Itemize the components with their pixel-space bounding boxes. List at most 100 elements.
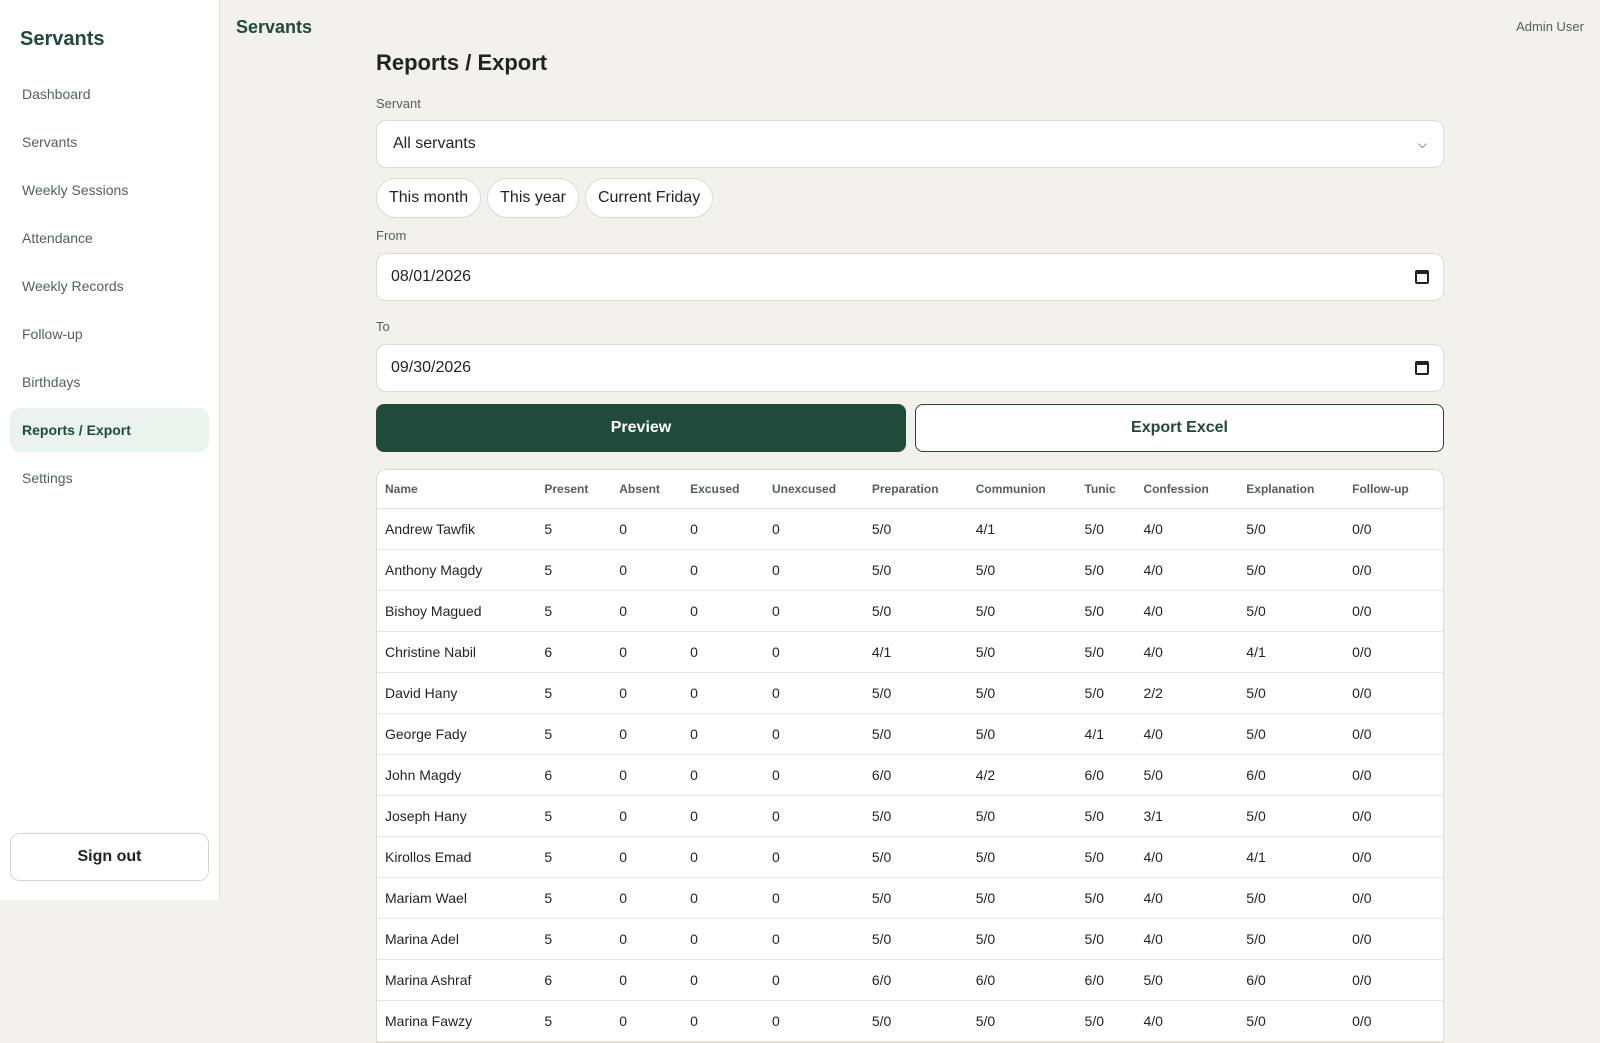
sidebar-item-birthdays[interactable]: Birthdays <box>10 360 209 404</box>
sidebar-item-follow-up[interactable]: Follow-up <box>10 312 209 356</box>
quick-range-current-friday-button[interactable]: Current Friday <box>584 178 714 218</box>
main-content: Reports / Export Servant All servants ⌵ … <box>376 50 1444 1043</box>
sidebar-item-reports-export[interactable]: Reports / Export <box>10 408 209 452</box>
servant-label: Servant <box>376 96 421 111</box>
calendar-icon[interactable] <box>1415 361 1429 375</box>
table-cell: 5 <box>536 918 612 960</box>
column-header-communion[interactable]: Communion <box>967 470 1077 509</box>
servant-name-cell: Andrew Tawfik <box>377 508 537 550</box>
table-cell: 5 <box>536 836 612 878</box>
sidebar-item-weekly-records[interactable]: Weekly Records <box>10 264 209 308</box>
sidebar-item-settings[interactable]: Settings <box>10 456 209 500</box>
table-cell: 0 <box>764 713 864 755</box>
sidebar: Servants Dashboard Servants Weekly Session… <box>0 0 220 900</box>
table-cell: 5 <box>536 795 612 837</box>
table-cell: 0 <box>764 1000 864 1042</box>
table-cell: 0 <box>764 508 864 550</box>
table-row: Bishoy Magued 5 0 0 0 5/0 5/0 5/0 4/0 5/0 0/0 <box>377 590 1443 632</box>
table-header-row: Name Present Absent Excused Unexcused Prepara… <box>377 470 1443 509</box>
sidebar-item-weekly-sessions[interactable]: Weekly Sessions <box>10 168 209 212</box>
column-header-name[interactable]: Name <box>377 470 537 509</box>
table-cell: 4/1 <box>1076 713 1136 755</box>
table-cell: 5/0 <box>1238 1000 1345 1042</box>
table-cell: 5 <box>536 549 612 591</box>
table-cell: 5/0 <box>967 590 1077 632</box>
sign-out-button[interactable]: Sign out <box>10 833 209 881</box>
to-date-input[interactable]: 09/30/2026 <box>376 344 1444 392</box>
table-cell: 0 <box>764 549 864 591</box>
user-name[interactable]: Admin User <box>1516 19 1584 34</box>
column-header-tunic[interactable]: Tunic <box>1076 470 1136 509</box>
table-cell: 5/0 <box>1076 795 1136 837</box>
table-cell: 0/0 <box>1344 877 1443 919</box>
column-header-present[interactable]: Present <box>536 470 612 509</box>
table-cell: 0 <box>764 836 864 878</box>
chevron-down-icon: ⌵ <box>1417 136 1427 151</box>
column-header-excused[interactable]: Excused <box>682 470 765 509</box>
table-cell: 5/0 <box>1238 508 1345 550</box>
servant-name-cell: Marina Ashraf <box>377 959 537 1001</box>
table-cell: 0 <box>682 549 765 591</box>
column-header-absent[interactable]: Absent <box>611 470 683 509</box>
table-cell: 0 <box>611 754 683 796</box>
table-cell: 4/0 <box>1135 713 1239 755</box>
quick-range-group: This month This year Current Friday <box>376 178 1444 218</box>
table-cell: 4/0 <box>1135 508 1239 550</box>
calendar-icon[interactable] <box>1415 270 1429 284</box>
table-cell: 4/1 <box>967 508 1077 550</box>
table-cell: 6/0 <box>1076 959 1136 1001</box>
table-cell: 5/0 <box>1238 795 1345 837</box>
table-cell: 5/0 <box>1238 672 1345 714</box>
servant-name-cell: George Fady <box>377 713 537 755</box>
table-cell: 6/0 <box>863 959 968 1001</box>
table-cell: 6 <box>536 959 612 1001</box>
table-cell: 5/0 <box>967 713 1077 755</box>
table-cell: 0 <box>764 795 864 837</box>
table-cell: 5/0 <box>863 918 968 960</box>
servant-select[interactable]: All servants ⌵ <box>376 120 1444 168</box>
servant-select-value: All servants <box>393 135 476 152</box>
table-cell: 5/0 <box>967 836 1077 878</box>
table-row: Marina Adel 5 0 0 0 5/0 5/0 5/0 4/0 5/0 0/0 <box>377 918 1443 960</box>
to-label: To <box>376 319 390 334</box>
table-row: Christine Nabil 6 0 0 0 4/1 5/0 5/0 4/0 4/1 0/0 <box>377 631 1443 673</box>
table-cell: 0/0 <box>1344 959 1443 1001</box>
table-cell: 0 <box>682 590 765 632</box>
preview-button[interactable]: Preview <box>376 404 906 452</box>
header-title: Servants <box>236 17 313 37</box>
table-cell: 5/0 <box>1135 959 1239 1001</box>
column-header-explanation[interactable]: Explanation <box>1238 470 1345 509</box>
table-cell: 5/0 <box>863 795 968 837</box>
table-cell: 0 <box>764 754 864 796</box>
column-header-follow-up[interactable]: Follow-up <box>1344 470 1443 509</box>
table-cell: 0 <box>682 959 765 1001</box>
table-row: Marina Fawzy 5 0 0 0 5/0 5/0 5/0 4/0 5/0 0/0 <box>377 1000 1443 1042</box>
table-cell: 0 <box>682 918 765 960</box>
sidebar-item-attendance[interactable]: Attendance <box>10 216 209 260</box>
table-row: Marina Ashraf 6 0 0 0 6/0 6/0 6/0 5/0 6/0 0/0 <box>377 959 1443 1001</box>
table-cell: 0 <box>764 590 864 632</box>
table-cell: 0 <box>611 713 683 755</box>
table-cell: 6/0 <box>863 754 968 796</box>
table-cell: 5/0 <box>967 549 1077 591</box>
from-date-input[interactable]: 08/01/2026 <box>376 253 1444 301</box>
export-excel-button[interactable]: Export Excel <box>915 404 1444 452</box>
table-row: John Magdy 6 0 0 0 6/0 4/2 6/0 5/0 6/0 0/0 <box>377 754 1443 796</box>
column-header-preparation[interactable]: Preparation <box>863 470 968 509</box>
table-cell: 5/0 <box>967 877 1077 919</box>
table-row: Andrew Tawfik 5 0 0 0 5/0 4/1 5/0 4/0 5/0 0/0 <box>377 508 1443 550</box>
quick-range-this-year-button[interactable]: This year <box>487 178 579 218</box>
table-cell: 5/0 <box>1238 590 1345 632</box>
to-date-value: 09/30/2026 <box>391 359 472 376</box>
column-header-unexcused[interactable]: Unexcused <box>764 470 864 509</box>
sidebar-item-servants[interactable]: Servants <box>10 120 209 164</box>
column-header-confession[interactable]: Confession <box>1135 470 1239 509</box>
table-cell: 6 <box>536 754 612 796</box>
quick-range-this-month-button[interactable]: This month <box>376 178 482 218</box>
table-cell: 0 <box>764 877 864 919</box>
table-cell: 0 <box>682 754 765 796</box>
table-cell: 0 <box>764 959 864 1001</box>
servant-name-cell: Kirollos Emad <box>377 836 537 878</box>
table-cell: 5/0 <box>967 918 1077 960</box>
sidebar-item-dashboard[interactable]: Dashboard <box>10 72 209 116</box>
